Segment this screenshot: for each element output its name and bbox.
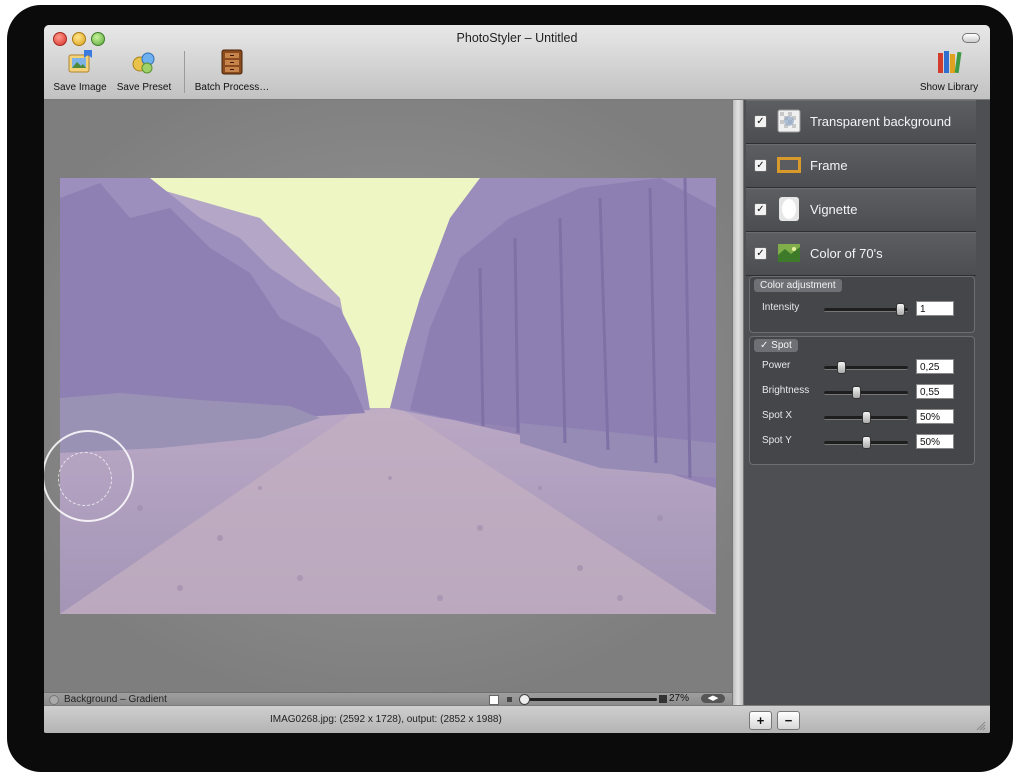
spot-check-icon: ✓ <box>760 340 769 351</box>
color-adjustment-group: Color adjustment Intensity 1 <box>749 276 975 333</box>
save-preset-icon <box>132 52 155 74</box>
library-books-icon <box>938 51 962 74</box>
effect-label: Vignette <box>810 202 858 217</box>
effect-checkbox[interactable]: ✓ <box>754 159 767 172</box>
effect-checkbox[interactable]: ✓ <box>754 247 767 260</box>
show-library-label: Show Library <box>919 82 979 93</box>
toolbar-toggle-button[interactable] <box>962 33 980 43</box>
batch-process-icon <box>221 49 243 75</box>
toolbar-separator <box>184 51 185 93</box>
param-label: Brightness <box>762 385 810 396</box>
window-title: PhotoStyler – Untitled <box>456 31 578 45</box>
effect-checkbox[interactable]: ✓ <box>754 115 767 128</box>
effects-panel: ✓ Transparent background ✓ Frame ✓ Vigne… <box>744 100 990 705</box>
effect-row-transparent-background[interactable]: ✓ Transparent background <box>746 100 976 144</box>
spot-label: Spot <box>771 340 792 351</box>
save-image-icon <box>68 50 92 73</box>
spot-x-slider-knob[interactable] <box>862 411 871 424</box>
show-library-button[interactable]: Show Library <box>914 49 984 93</box>
resize-grip-icon[interactable] <box>976 721 986 731</box>
batch-process-button[interactable]: Batch Process… <box>190 49 274 93</box>
forest-path-photo <box>60 178 716 614</box>
toolbar: PhotoStyler – Untitled Save Image Save P… <box>44 25 990 100</box>
save-image-label: Save Image <box>53 82 107 93</box>
param-row-brightness: Brightness 0,55 <box>750 382 974 402</box>
color-adjustment-tab: Color adjustment <box>754 279 842 292</box>
spot-y-slider-knob[interactable] <box>862 436 871 449</box>
power-slider-knob[interactable] <box>837 361 846 374</box>
photo-preview[interactable] <box>60 178 716 614</box>
add-effect-button[interactable]: + <box>749 711 772 730</box>
param-label: Spot Y <box>762 435 792 446</box>
zoom-slider-track[interactable] <box>519 698 657 701</box>
save-image-button[interactable]: Save Image <box>50 49 110 93</box>
spot-y-field[interactable]: 50% <box>916 434 954 449</box>
param-row-spot-x: Spot X 50% <box>750 407 974 427</box>
fit-view-icon[interactable] <box>489 695 499 705</box>
param-row-spot-y: Spot Y 50% <box>750 432 974 452</box>
zoom-percent: 27% <box>669 693 690 704</box>
save-preset-button[interactable]: Save Preset <box>114 49 174 93</box>
spot-inner-ring <box>58 452 112 506</box>
intensity-slider-knob[interactable] <box>896 303 905 316</box>
effect-row-vignette[interactable]: ✓ Vignette <box>746 188 976 232</box>
power-field[interactable]: 0,25 <box>916 359 954 374</box>
effect-row-frame[interactable]: ✓ Frame <box>746 144 976 188</box>
color-of-70s-icon <box>778 244 800 262</box>
app-window: PhotoStyler – Untitled Save Image Save P… <box>44 25 990 733</box>
canvas-bottom-bar: Background – Gradient 27% ◀▶ <box>44 692 732 706</box>
file-info-text: IMAG0268.jpg: (2592 x 1728), output: (28… <box>270 714 502 725</box>
spot-position-handle[interactable] <box>44 430 134 522</box>
compare-toggle-button[interactable]: ◀▶ <box>701 694 725 703</box>
param-label: Spot X <box>762 410 793 421</box>
zoom-in-icon[interactable] <box>659 695 667 703</box>
save-preset-label: Save Preset <box>116 82 172 93</box>
remove-effect-button[interactable]: − <box>777 711 800 730</box>
param-label: Intensity <box>762 302 800 313</box>
screenshot-frame: PhotoStyler – Untitled Save Image Save P… <box>7 5 1013 772</box>
effect-label: Color of 70's <box>810 246 883 261</box>
param-row-power: Power 0,25 <box>750 357 974 377</box>
spot-tab[interactable]: ✓ Spot <box>754 339 798 352</box>
effect-label: Transparent background <box>810 114 952 129</box>
background-selector-button[interactable] <box>49 695 59 705</box>
effect-label: Frame <box>810 158 848 173</box>
zoom-slider-knob[interactable] <box>519 694 530 705</box>
spot-group: ✓ Spot Power 0,25 Brightness 0,55 Spot X… <box>749 336 975 465</box>
batch-process-label: Batch Process… <box>194 82 270 93</box>
brightness-slider-knob[interactable] <box>852 386 861 399</box>
effect-checkbox[interactable]: ✓ <box>754 203 767 216</box>
intensity-field[interactable]: 1 <box>916 301 954 316</box>
transparent-background-icon <box>777 109 801 133</box>
frame-icon <box>777 157 801 173</box>
status-bar: IMAG0268.jpg: (2592 x 1728), output: (28… <box>44 705 990 733</box>
vignette-icon <box>779 197 799 221</box>
panel-divider-scrollbar[interactable] <box>732 100 744 705</box>
param-row-intensity: Intensity 1 <box>750 299 974 319</box>
effect-row-color-of-70s[interactable]: ✓ Color of 70's <box>746 232 976 276</box>
brightness-field[interactable]: 0,55 <box>916 384 954 399</box>
image-canvas[interactable] <box>44 100 732 692</box>
zoom-out-icon[interactable] <box>507 697 512 702</box>
spot-x-field[interactable]: 50% <box>916 409 954 424</box>
param-label: Power <box>762 360 791 371</box>
brightness-slider[interactable] <box>824 391 908 395</box>
